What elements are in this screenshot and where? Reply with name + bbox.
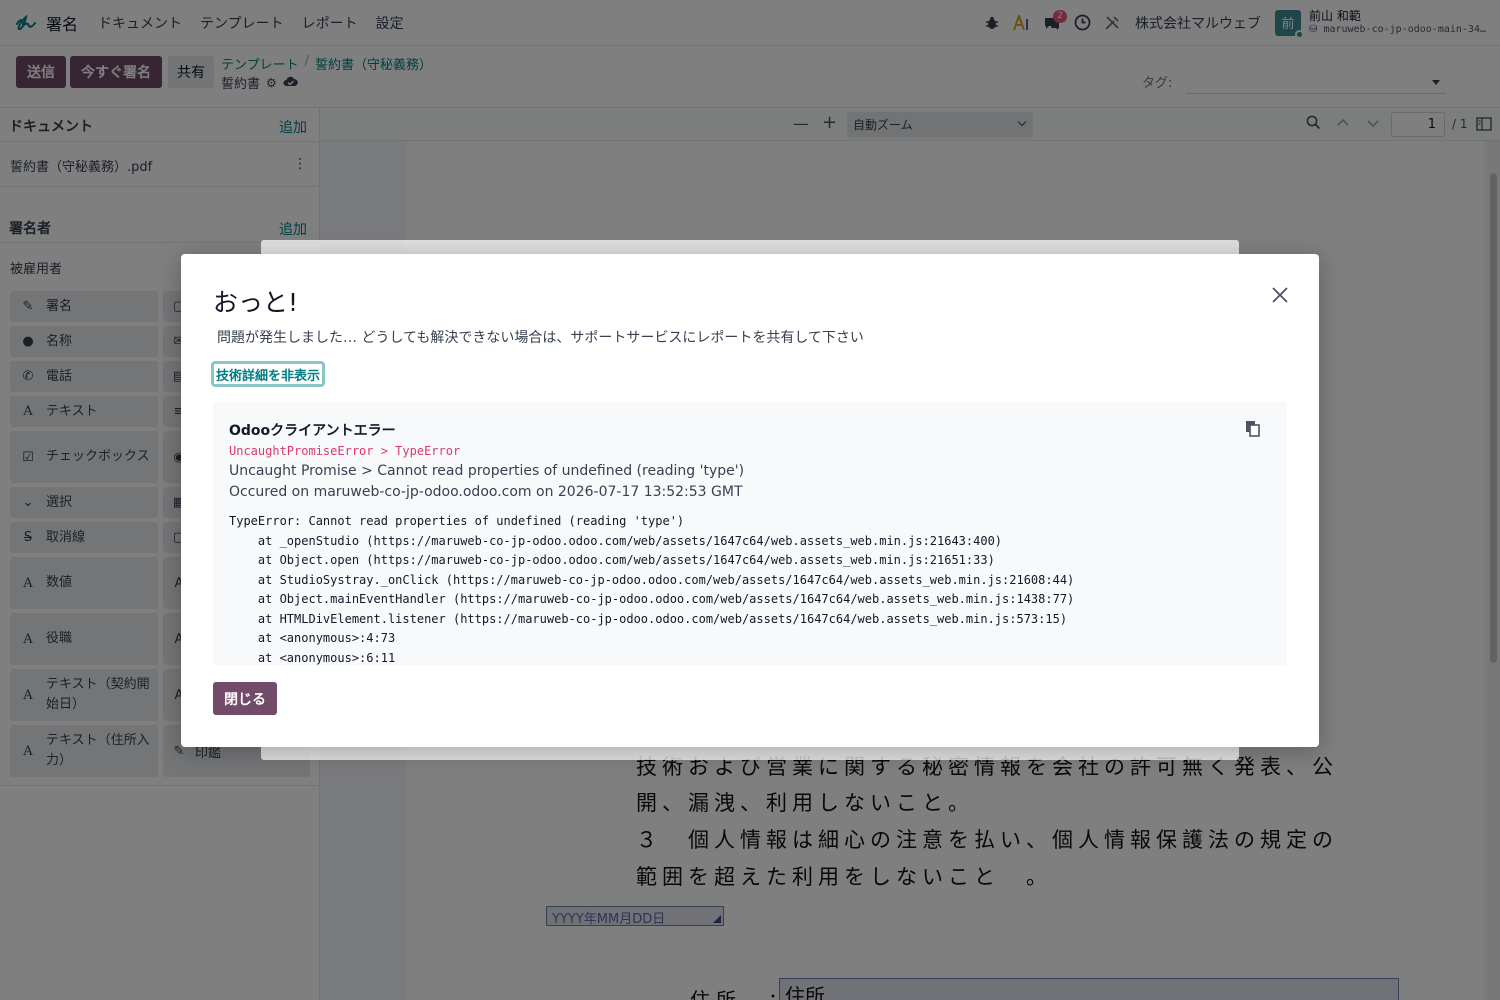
traceback-line: at HTMLDivElement.listener (https://maru…: [229, 611, 1068, 626]
error-title: Odooクライアントエラー: [229, 423, 396, 439]
error-summary: Uncaught Promise > Cannot read propertie…: [229, 463, 745, 479]
traceback-line: at Object.open (https://maruweb-co-jp-od…: [229, 553, 995, 567]
error-type: UncaughtPromiseError > TypeError: [229, 444, 461, 458]
traceback-line: at StudioSystray._onClick (https://maruw…: [229, 572, 1075, 587]
traceback-line: at <anonymous>:4:73: [229, 631, 396, 645]
traceback-line: TypeError: Cannot read properties of und…: [229, 514, 685, 528]
traceback: TypeError: Cannot read properties of und…: [229, 512, 1074, 665]
close-button[interactable]: 閉じる: [213, 682, 277, 715]
error-occurred: Occured on maruweb-co-jp-odoo.odoo.com o…: [229, 484, 743, 500]
error-dialog: おっと! 問題が発生しました… どうしても解決できない場合は、サポートサービスに…: [181, 254, 1319, 747]
traceback-line: at <anonymous>:6:11: [229, 650, 396, 665]
copy-icon[interactable]: [1245, 420, 1261, 438]
traceback-line: at _openStudio (https://maruweb-co-jp-od…: [229, 533, 1003, 548]
traceback-line: at Object.mainEventHandler (https://maru…: [229, 592, 1075, 606]
dialog-message: 問題が発生しました… どうしても解決できない場合は、サポートサービスにレポートを…: [217, 330, 864, 346]
error-details: Odooクライアントエラー UncaughtPromiseError > Typ…: [213, 402, 1287, 665]
toggle-details-button[interactable]: 技術詳細を非表示: [211, 361, 326, 387]
close-icon[interactable]: [1269, 284, 1291, 306]
dialog-title: おっと!: [213, 288, 299, 317]
